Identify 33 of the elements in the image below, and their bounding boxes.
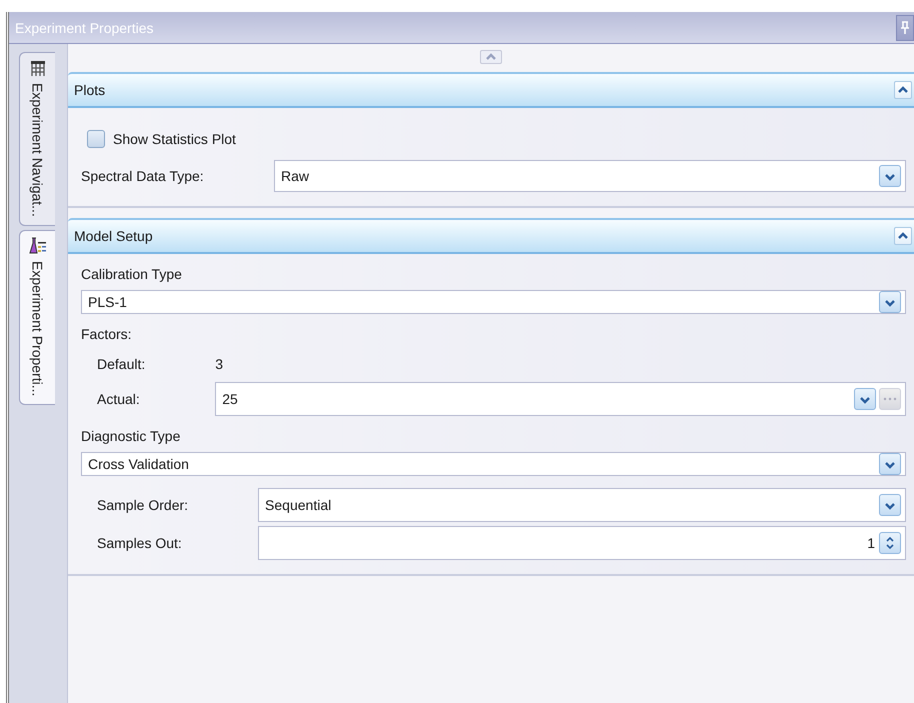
section-header[interactable]: Model Setup <box>68 218 914 254</box>
field-label: Diagnostic Type <box>81 428 182 444</box>
dropdown[interactable]: PLS-1 <box>81 290 906 314</box>
field-label: Sample Order: <box>97 497 188 513</box>
collapse-button[interactable] <box>894 81 912 99</box>
field-label: Samples Out: <box>97 535 183 551</box>
number-spinner[interactable]: 1 <box>258 526 906 560</box>
field-label: Default: <box>97 356 146 372</box>
dropdown[interactable]: 25 <box>215 382 906 416</box>
field-label: Spectral Data Type: <box>81 168 205 184</box>
side-tab[interactable]: Experiment Properti... <box>19 230 55 406</box>
chevron-up-icon <box>897 84 909 96</box>
collapse-button[interactable] <box>894 227 912 245</box>
window-title: Experiment Properties <box>15 20 154 36</box>
chevron-up-icon <box>897 230 909 242</box>
spin-arrows-icon[interactable] <box>879 532 901 554</box>
field-label: Actual: <box>97 391 141 407</box>
dropdown[interactable]: Raw <box>274 160 906 192</box>
checkbox[interactable] <box>87 130 105 148</box>
field-label: Factors: <box>81 326 133 342</box>
section-header[interactable]: Plots <box>68 72 914 108</box>
pin-icon[interactable] <box>896 14 914 40</box>
chevron-up-icon <box>485 52 497 62</box>
field-label: Calibration Type <box>81 266 183 282</box>
section-title: Model Setup <box>74 228 153 244</box>
table-icon <box>28 59 46 77</box>
dropdown[interactable]: Sequential <box>258 488 906 522</box>
dropdown[interactable]: Cross Validation <box>81 452 906 476</box>
side-tab[interactable]: Experiment Navigat... <box>19 52 55 226</box>
section-title: Plots <box>74 82 106 98</box>
flask-list-icon <box>28 236 46 255</box>
checkbox-label: Show Statistics Plot <box>113 131 236 147</box>
field-value: 3 <box>215 355 224 374</box>
